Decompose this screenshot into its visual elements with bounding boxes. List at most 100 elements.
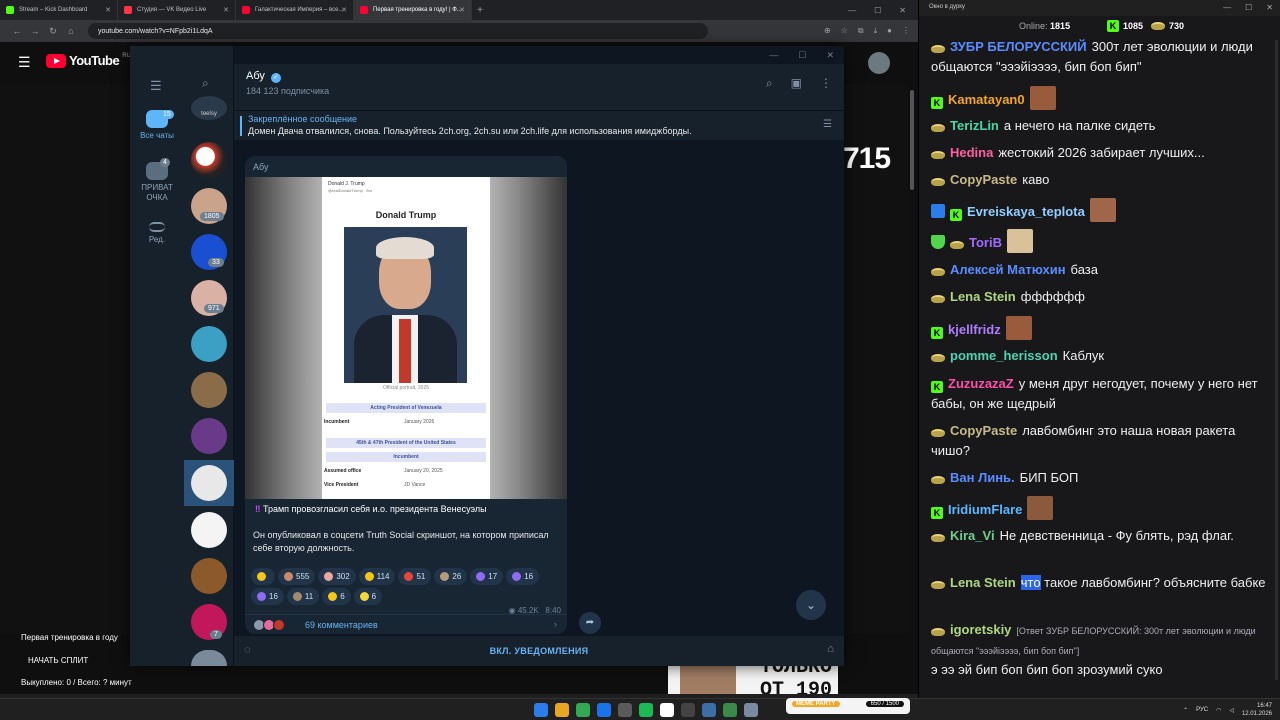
wifi-icon[interactable]: ◠ (1216, 707, 1221, 714)
browser-tab-youtube-1[interactable]: Галактическая Империя – все... ✕ (236, 0, 354, 20)
extensions-icon[interactable]: ⧉ (858, 26, 864, 36)
chat-avatar[interactable] (191, 326, 227, 362)
page-scrollbar[interactable] (910, 90, 914, 190)
chat-username[interactable]: Lena Stein (950, 575, 1016, 590)
chat-username[interactable]: Ван Линь. (950, 470, 1015, 485)
app-icon[interactable] (618, 703, 632, 717)
home-icon[interactable]: ⌂ (62, 26, 80, 36)
chat-avatar[interactable] (191, 465, 227, 501)
chat-username[interactable]: pomme_herisson (950, 348, 1058, 363)
reaction-chip[interactable]: 16 (506, 568, 540, 585)
app-icon[interactable] (681, 703, 695, 717)
download-icon[interactable]: ⤓ (874, 26, 878, 36)
folder-all-chats[interactable]: Все чаты (130, 110, 184, 141)
chat-avatar[interactable] (191, 418, 227, 454)
browser-tab-kick[interactable]: Stream – Kick Dashboard ✕ (0, 0, 118, 20)
explorer-icon[interactable] (576, 703, 590, 717)
start-icon[interactable] (534, 703, 548, 717)
forward-icon[interactable]: → (26, 26, 44, 36)
volume-icon[interactable]: ◁ (1229, 707, 1234, 714)
chat-avatar[interactable] (191, 372, 227, 408)
app-icon[interactable] (702, 703, 716, 717)
new-tab-button[interactable]: + (472, 5, 488, 16)
close-window-icon[interactable]: ✕ (899, 6, 906, 15)
app-icon[interactable] (723, 703, 737, 717)
browser-tab-youtube-active[interactable]: Первая тренировка в году! | Ф... ✕ (354, 0, 472, 20)
zoom-icon[interactable]: ⊕ (824, 26, 831, 36)
app-icon[interactable] (660, 703, 674, 717)
language-indicator[interactable]: РУС (1196, 707, 1208, 713)
chevron-up-icon[interactable]: ⌃ (1183, 707, 1188, 714)
chat-username[interactable]: Lena Stein (950, 289, 1016, 304)
reload-icon[interactable]: ↻ (44, 26, 62, 37)
gift-icon[interactable]: ⌂ (827, 643, 834, 655)
minimize-icon[interactable]: — (1223, 3, 1231, 12)
back-icon[interactable]: ← (8, 26, 26, 36)
reaction-chip[interactable]: 6 (353, 588, 383, 605)
reaction-chip[interactable]: 26 (434, 568, 468, 585)
chat-avatar[interactable] (191, 558, 227, 594)
more-options-icon[interactable]: ⋮ (820, 76, 832, 91)
reaction-chip[interactable]: 114 (358, 568, 396, 585)
close-window-icon[interactable]: ✕ (826, 50, 834, 61)
close-window-icon[interactable]: ✕ (1266, 3, 1273, 12)
minimize-icon[interactable]: — (769, 50, 778, 61)
chat-username[interactable]: Алексей Матюхин (950, 262, 1066, 277)
hamburger-menu-icon[interactable]: ☰ (150, 78, 162, 94)
share-icon[interactable]: ➦ (579, 612, 601, 634)
sidebar-toggle-icon[interactable]: ▣ (791, 76, 802, 91)
chat-username[interactable]: Kamatayan0 (948, 92, 1025, 107)
spotify-icon[interactable] (639, 703, 653, 717)
chat-username[interactable]: IridiumFlare (948, 502, 1022, 517)
search-icon[interactable]: ⌕ (766, 76, 773, 91)
chat-scrollbar[interactable] (1275, 40, 1278, 680)
bookmark-star-icon[interactable]: ☆ (841, 26, 848, 36)
folder-edit[interactable]: Ред. (130, 222, 184, 245)
maximize-icon[interactable]: ☐ (1245, 3, 1252, 12)
chat-avatar[interactable] (191, 142, 227, 178)
comments-link[interactable]: 69 комментариев › (245, 614, 567, 634)
channel-post[interactable]: Абу Donald J. Trump @realDonaldTrump · 8… (245, 156, 567, 634)
enable-notifications-button[interactable]: ВКЛ. УВЕДОМЛЕНИЯ (234, 646, 844, 656)
chat-username[interactable]: ToriB (969, 235, 1002, 250)
scroll-down-button[interactable]: ⌄ (796, 590, 826, 620)
chat-username[interactable]: ZuzuzazaZ (948, 376, 1014, 391)
steam-icon[interactable] (597, 703, 611, 717)
search-icon[interactable]: ⌕ (202, 76, 209, 91)
chat-username[interactable]: kjellfridz (948, 322, 1001, 337)
pin-list-icon[interactable]: ☰ (823, 119, 832, 130)
chat-username[interactable]: Kira_Vi (950, 528, 995, 543)
reaction-chip[interactable]: 302 (318, 568, 356, 585)
reaction-chip[interactable] (251, 568, 275, 585)
reaction-chip[interactable]: 6 (322, 588, 351, 605)
post-image[interactable]: Donald J. Trump @realDonaldTrump · 8m Do… (245, 177, 567, 499)
menu-dots-icon[interactable]: ⋮ (902, 26, 910, 36)
chat-username[interactable]: ЗУБР БЕЛОРУССКИЙ (950, 39, 1087, 54)
app-icon[interactable] (744, 703, 758, 717)
browser-tab-vk[interactable]: Студия — VK Видео Live ✕ (118, 0, 236, 20)
chat-avatar[interactable]: teelsy (191, 96, 227, 120)
close-icon[interactable]: ✕ (223, 6, 229, 14)
close-icon[interactable]: ✕ (341, 6, 347, 14)
chrome-icon[interactable] (555, 703, 569, 717)
folder-private[interactable]: ПРИВАТ ОЧКА (130, 162, 184, 203)
maximize-icon[interactable]: ☐ (798, 50, 806, 61)
channel-header[interactable]: Абу ✓ 184 123 подписчика ⌕ ▣ ⋮ (234, 64, 844, 110)
close-icon[interactable]: ✕ (105, 6, 111, 14)
chat-username[interactable]: Hedina (950, 145, 993, 160)
url-input[interactable]: youtube.com/watch?v=NFpb2i1LdqA (88, 23, 708, 39)
start-split-button[interactable]: НАЧАТЬ СПЛИТ (28, 656, 88, 665)
close-icon[interactable]: ✕ (459, 6, 465, 14)
hamburger-menu-icon[interactable]: ☰ (18, 54, 31, 71)
chat-username[interactable]: Evreiskaya_teplota (967, 204, 1085, 219)
reaction-chip[interactable]: 11 (286, 588, 320, 605)
minimize-icon[interactable]: — (848, 6, 856, 15)
reaction-chip[interactable]: 51 (398, 568, 432, 585)
maximize-icon[interactable]: ☐ (874, 6, 881, 15)
reaction-chip[interactable]: 555 (278, 568, 316, 585)
youtube-logo[interactable]: YouTube RU (46, 53, 131, 68)
chat-username[interactable]: CopyPaste (950, 172, 1017, 187)
chat-avatar[interactable] (191, 512, 227, 548)
reaction-chip[interactable]: 16 (251, 588, 284, 605)
chat-avatar[interactable] (191, 650, 227, 666)
